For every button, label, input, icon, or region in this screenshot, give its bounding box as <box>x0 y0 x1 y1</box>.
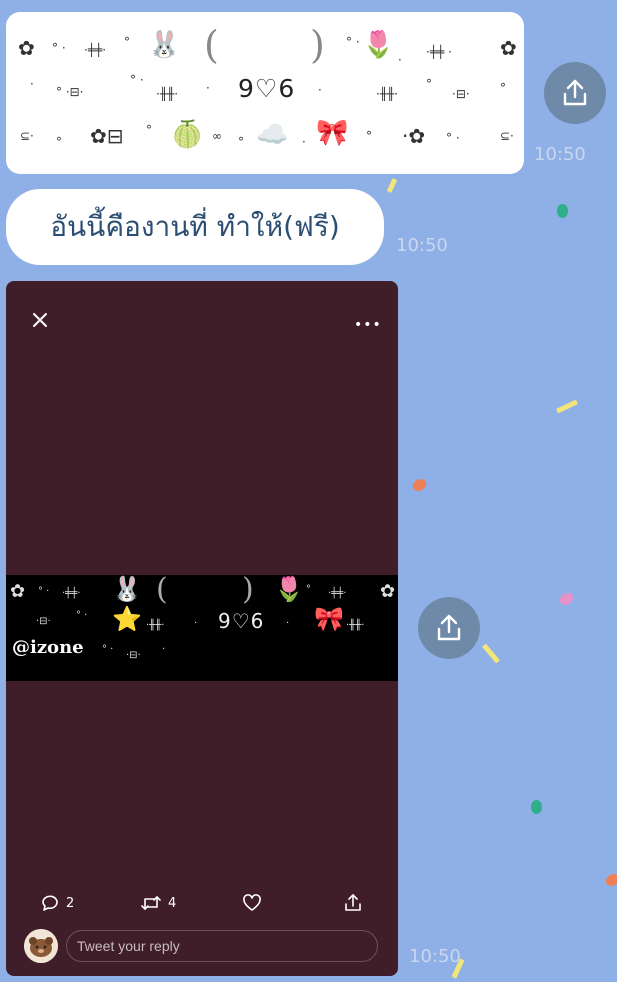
flower-icon: ·✿ <box>402 124 426 148</box>
sparkle-decoration: ° <box>124 35 130 49</box>
bunny-emoji: 🐰 <box>148 30 181 60</box>
sparkle-decoration: ° <box>306 584 311 595</box>
confetti <box>386 178 398 193</box>
reply-row: Tweet your reply <box>24 929 384 965</box>
comment-icon <box>42 895 58 911</box>
bunny-emoji: 🐰 <box>112 575 142 603</box>
reply-count: 2 <box>66 895 75 911</box>
heart-icon <box>243 894 261 911</box>
tweet-image-banner[interactable]: ✿ ° · ·╪╪· 🐰 ( ) 🌷 ° ·╪╪· ✿ ·⊟· ° · ⭐ ·╫… <box>6 575 398 681</box>
share-icon <box>563 79 587 106</box>
confetti <box>603 871 617 889</box>
banner-text: 9♡6 <box>218 609 265 633</box>
star-emoji: ⭐ <box>112 605 142 633</box>
sticker-text: 9♡6 <box>238 74 296 103</box>
sparkle-decoration: ·╫╫· <box>146 620 165 631</box>
confetti <box>555 399 579 414</box>
sparkle-decoration: · <box>162 644 166 655</box>
flower-icon: ✿ <box>500 36 517 60</box>
sparkle-decoration: ∞ <box>212 129 222 143</box>
message-text: อันนี้คืองานที่ ทำให้(ฟรี) <box>50 210 340 243</box>
banner-handle: @izone <box>12 637 84 658</box>
sparkle-decoration: ·⊟· <box>126 650 141 661</box>
image-message-bubble[interactable]: ✿ ° · ·╪╪· ° 🐰 ( ) ° · 🌷 · ·╪╪ · ✿ · ° ·… <box>6 12 524 174</box>
sparkle-decoration: ° <box>426 77 432 91</box>
sparkle-decoration: ⊆· <box>20 129 34 143</box>
message-time: 10:50 <box>396 235 448 256</box>
share-button[interactable] <box>544 62 606 124</box>
bracket-decoration: ( <box>204 23 219 67</box>
sparkle-decoration: ·╪╪· <box>62 588 81 599</box>
sparkle-decoration: ° · <box>52 41 66 55</box>
sparkle-decoration: · <box>318 83 322 97</box>
reply-action[interactable]: 2 <box>40 893 74 913</box>
sparkle-decoration: ° ·⊟· <box>56 85 84 99</box>
reply-placeholder: Tweet your reply <box>77 938 180 954</box>
tulip-emoji: 🌷 <box>274 575 304 603</box>
flower-icon: ✿ <box>380 581 396 602</box>
sparkle-decoration: ⊆· <box>500 129 514 143</box>
text-message-bubble[interactable]: อันนี้คืองานที่ ทำให้(ฟรี) <box>6 189 384 265</box>
bracket-decoration: ) <box>310 23 325 67</box>
sparkle-decoration: ·╫╫· <box>346 620 365 631</box>
sparkle-decoration: · <box>398 53 402 67</box>
flower-icon: ✿⊟ <box>90 124 124 148</box>
cloud-emoji: ☁️ <box>256 120 289 150</box>
sparkle-decoration: · <box>30 77 34 91</box>
tweet-media-card[interactable]: ••• ✿ ° · ·╪╪· 🐰 ( ) 🌷 ° ·╪╪· ✿ ·⊟· ° · … <box>6 281 398 976</box>
sparkle-decoration: ° <box>146 123 152 137</box>
sparkle-decoration: ·╪╪ · <box>426 45 452 59</box>
flower-icon: ✿ <box>10 581 26 602</box>
bracket-decoration: ( <box>156 575 168 607</box>
sparkle-decoration: · <box>206 81 210 95</box>
tweet-actions: 2 4 <box>6 893 398 917</box>
tweet-share-action[interactable] <box>343 893 363 913</box>
more-icon[interactable]: ••• <box>354 317 382 333</box>
share-icon <box>345 894 361 911</box>
retweet-action[interactable]: 4 <box>140 893 176 913</box>
avatar-image <box>24 929 58 963</box>
sparkle-decoration: ·╫╫· <box>156 87 179 101</box>
sparkle-decoration: ° <box>366 129 372 143</box>
retweet-count: 4 <box>168 895 177 911</box>
sparkle-decoration: ·⊟· <box>36 616 51 627</box>
sparkle-decoration: ·⊟· <box>452 87 470 101</box>
sparkle-decoration: ° · <box>446 131 460 145</box>
flower-icon: ✿ <box>18 36 35 60</box>
sparkle-decoration: · <box>302 135 306 149</box>
sparkle-decoration: ° · <box>102 644 114 655</box>
tulip-emoji: 🌷 <box>362 30 395 60</box>
sparkle-decoration: · <box>194 618 198 629</box>
sparkle-decoration: ° <box>238 135 244 149</box>
reply-input[interactable]: Tweet your reply <box>66 930 378 962</box>
sparkle-decoration: ° · <box>130 73 144 87</box>
share-icon <box>437 614 461 641</box>
sparkle-decoration: ·╪╪· <box>84 43 107 57</box>
sparkle-decoration: ° <box>56 135 62 149</box>
confetti <box>482 643 500 664</box>
bracket-decoration: ) <box>242 575 254 607</box>
message-time: 10:50 <box>409 946 461 967</box>
sparkle-decoration: ° · <box>76 610 88 621</box>
ribbon-emoji: 🎀 <box>316 118 349 148</box>
sparkle-decoration: ° · <box>346 35 360 49</box>
sparkle-decoration: ° <box>500 81 506 95</box>
sparkle-decoration: ° · <box>38 586 50 597</box>
retweet-icon <box>141 896 161 910</box>
sparkle-decoration: ·╪╪· <box>328 588 347 599</box>
ribbon-emoji: 🎀 <box>314 605 344 633</box>
sparkle-decoration: · <box>286 618 290 629</box>
confetti <box>410 476 429 494</box>
avatar <box>24 929 58 963</box>
melon-emoji: 🍈 <box>171 120 204 150</box>
confetti <box>557 590 576 608</box>
message-time: 10:50 <box>534 144 586 165</box>
sparkle-decoration: ·╫╫· <box>376 87 399 101</box>
share-button[interactable] <box>418 597 480 659</box>
like-action[interactable] <box>242 893 262 913</box>
confetti <box>531 800 542 814</box>
confetti <box>557 204 568 218</box>
close-icon[interactable] <box>31 311 49 329</box>
